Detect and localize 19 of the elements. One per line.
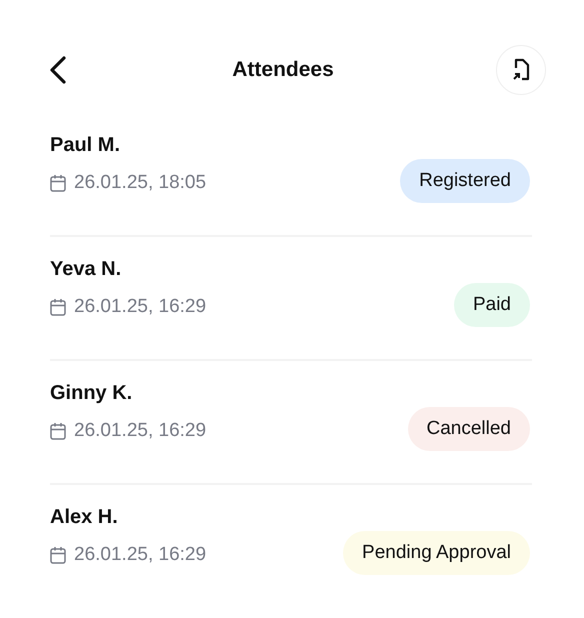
status-tag: Cancelled xyxy=(408,407,530,451)
attendee-date: 26.01.25, 16:29 xyxy=(74,294,206,318)
attendee-date: 26.01.25, 16:29 xyxy=(74,542,206,566)
page-title: Attendees xyxy=(232,57,334,84)
calendar-icon xyxy=(50,174,66,192)
status-tag: Registered xyxy=(400,159,530,203)
status-tag: Pending Approval xyxy=(343,531,530,575)
calendar-icon xyxy=(50,298,66,316)
attendee-date: 26.01.25, 18:05 xyxy=(74,170,206,194)
attendee-name: Paul M. xyxy=(50,133,122,157)
attendee-date: 26.01.25, 16:29 xyxy=(74,418,206,442)
attendee-name: Yeva N. xyxy=(50,257,122,281)
file-icon xyxy=(511,58,531,82)
calendar-icon xyxy=(50,422,66,440)
attendee-name: Alex H. xyxy=(50,505,119,529)
calendar-icon xyxy=(50,546,66,564)
status-tag: Paid xyxy=(454,283,530,327)
attendee-name: Ginny K. xyxy=(50,381,134,405)
export-button[interactable] xyxy=(496,45,546,95)
